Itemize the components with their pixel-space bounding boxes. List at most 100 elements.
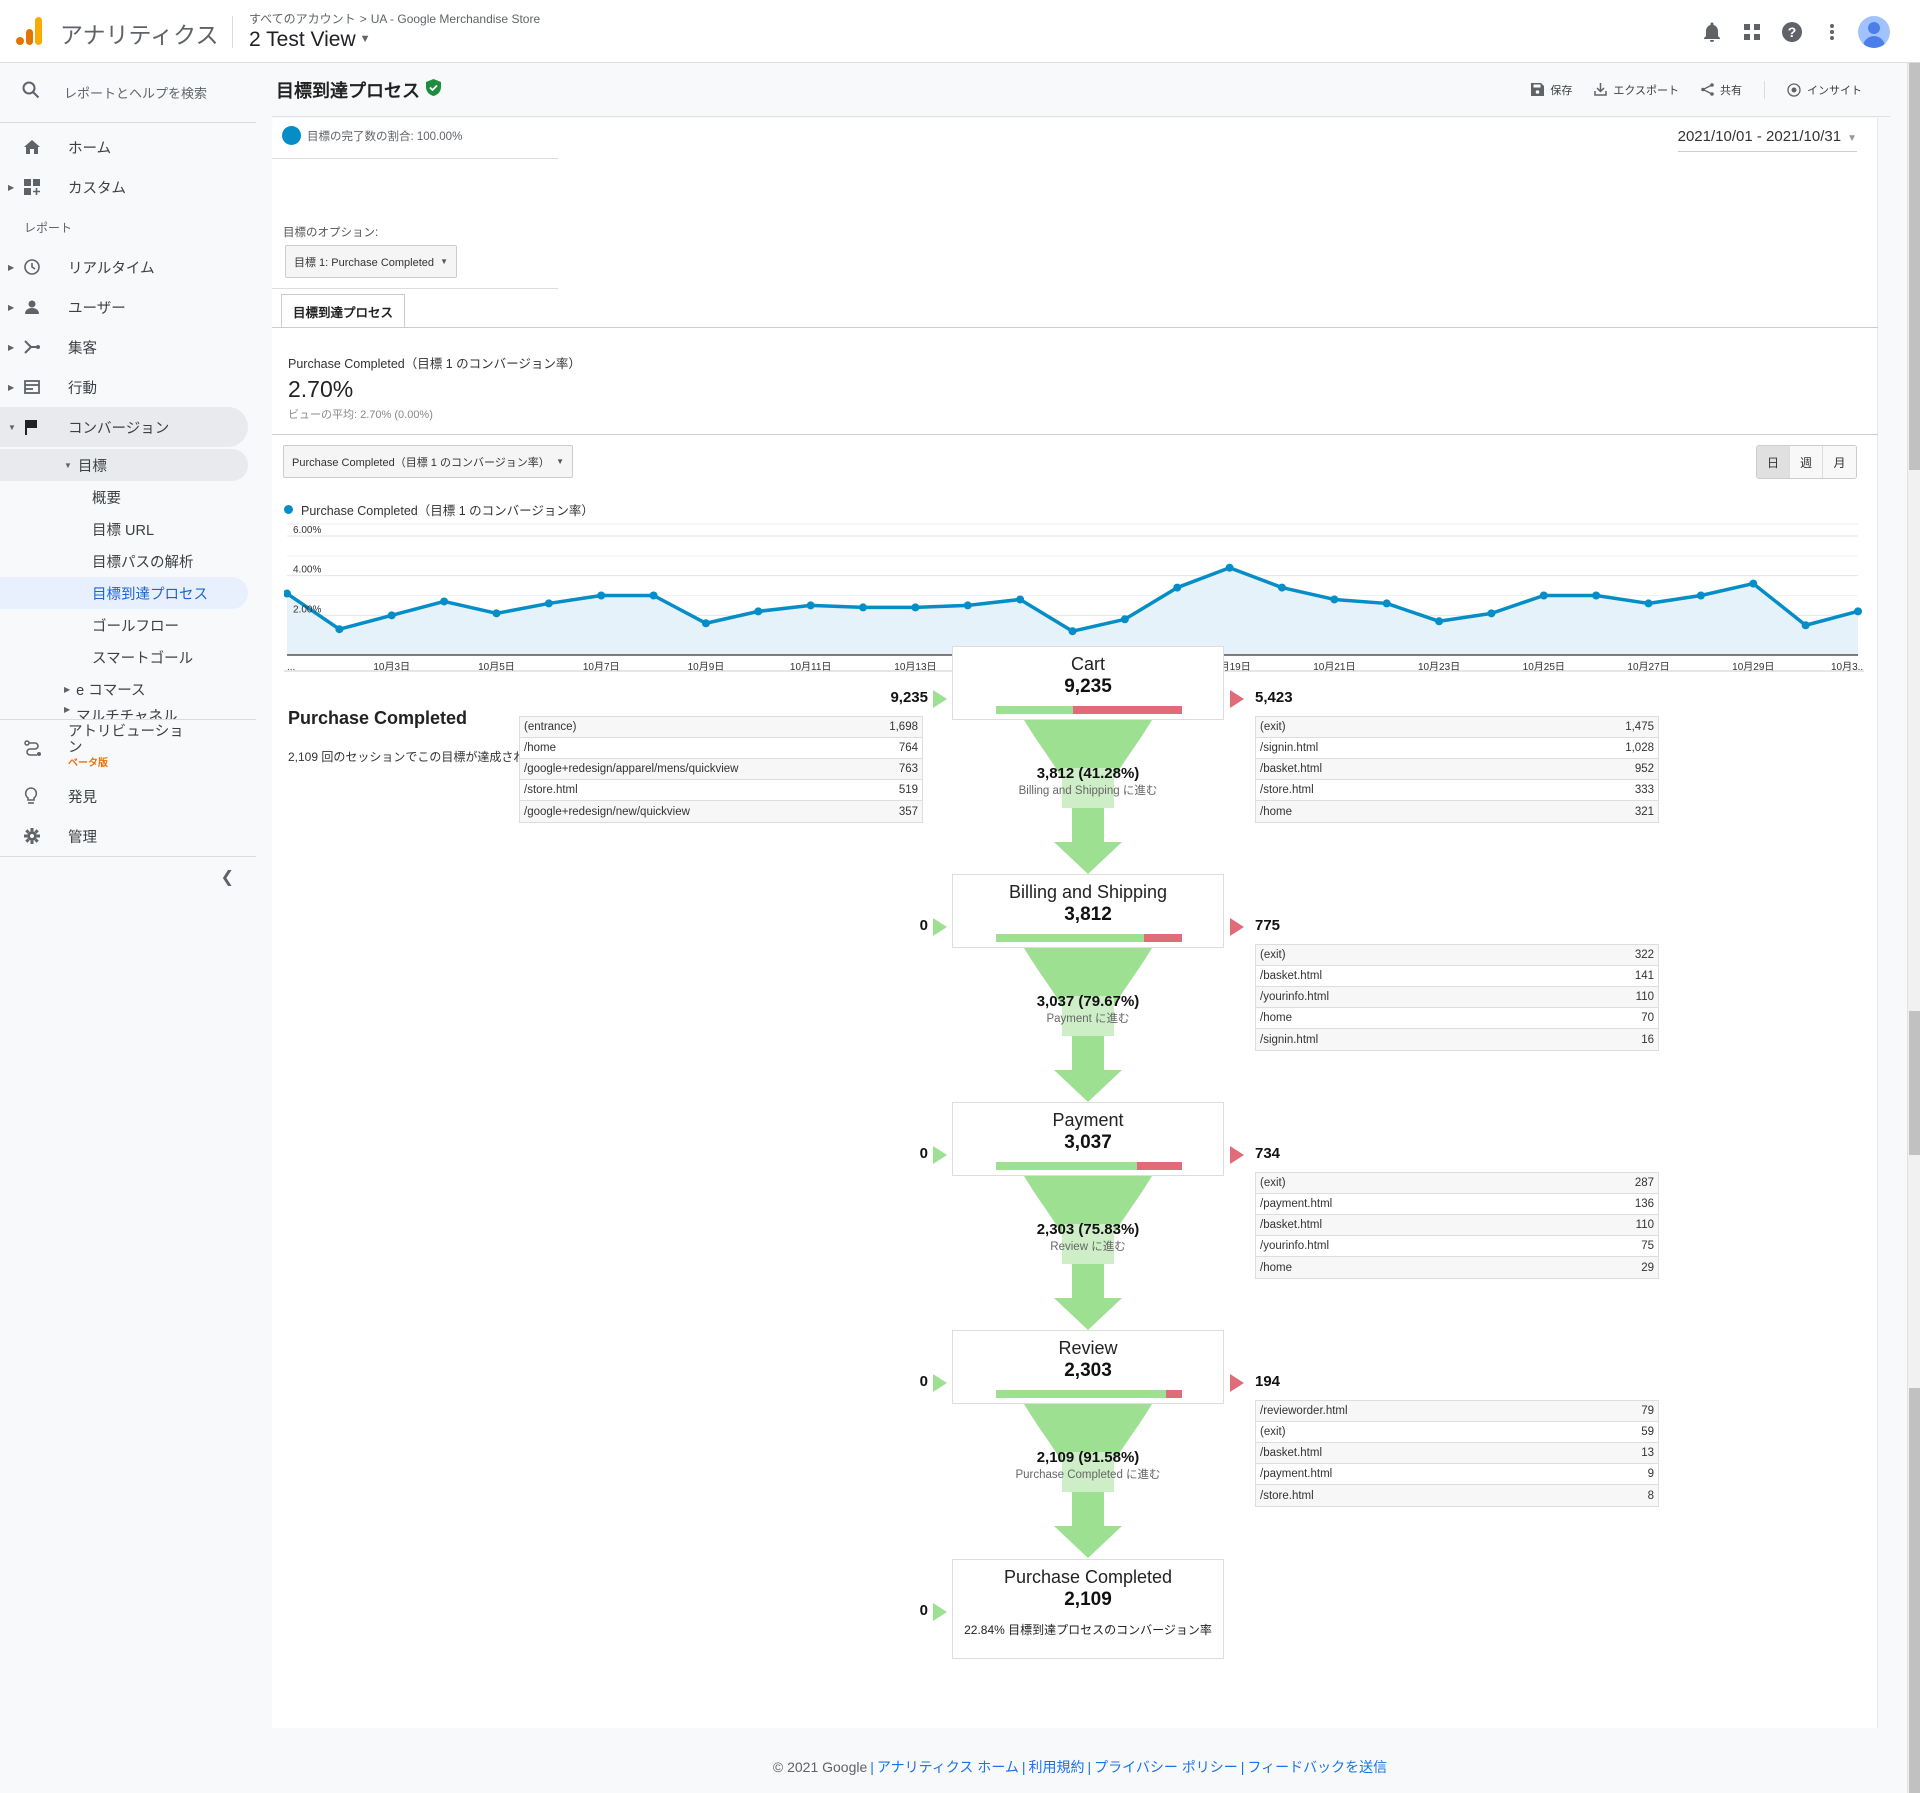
table-row[interactable]: /store.html 333 (1256, 780, 1658, 801)
table-row[interactable]: /google+redesign/apparel/mens/quickview 7… (520, 759, 922, 780)
table-row[interactable]: (exit) 322 (1256, 945, 1658, 966)
data-point[interactable] (963, 601, 972, 610)
data-point[interactable] (1016, 595, 1025, 604)
scrollbar-thumb[interactable] (1909, 63, 1920, 470)
sidebar-subitem-funnel-visualization[interactable]: 目標到達プロセス (0, 577, 248, 609)
data-point[interactable] (1854, 607, 1862, 616)
funnel-step-box[interactable]: Review 2,303 (952, 1330, 1224, 1404)
sidebar-item-custom[interactable]: ▶ カスタム (0, 167, 256, 207)
scrollbar-thumb[interactable] (1909, 1388, 1920, 1793)
data-point[interactable] (1487, 609, 1496, 618)
data-point[interactable] (335, 625, 344, 634)
footer-link-feedback[interactable]: フィードバックを送信 (1247, 1759, 1387, 1775)
data-point[interactable] (492, 609, 501, 618)
footer-link-privacy[interactable]: プライバシー ポリシー (1094, 1759, 1238, 1775)
expand-triangle-icon[interactable]: ▶ (64, 705, 70, 714)
apps-grid-icon[interactable] (1732, 16, 1772, 48)
granularity-month-button[interactable]: 月 (1823, 446, 1856, 478)
data-point[interactable] (1120, 615, 1129, 624)
data-point[interactable] (1592, 591, 1601, 600)
report-search[interactable]: レポートとヘルプを検索 (0, 63, 256, 123)
table-row[interactable]: /store.html 519 (520, 780, 922, 801)
tab-funnel-visualization[interactable]: 目標到達プロセス (281, 294, 405, 328)
table-row[interactable]: /home 321 (1256, 801, 1658, 822)
sidebar-item-conversions[interactable]: ▼ コンバージョン (0, 407, 248, 447)
data-point[interactable] (1539, 591, 1548, 600)
data-point[interactable] (1696, 591, 1705, 600)
data-point[interactable] (544, 599, 553, 608)
data-point[interactable] (597, 591, 606, 600)
data-point[interactable] (754, 607, 763, 616)
table-row[interactable]: /basket.html 952 (1256, 759, 1658, 780)
sidebar-item-behavior[interactable]: ▶ 行動 (0, 367, 256, 407)
table-row[interactable]: /home 29 (1256, 1257, 1658, 1278)
sidebar-item-attribution[interactable]: アトリビューション ベータ版 (0, 720, 256, 776)
collapse-triangle-icon[interactable]: ▼ (64, 461, 72, 470)
data-point[interactable] (1749, 579, 1758, 588)
funnel-step-box[interactable]: Payment 3,037 (952, 1102, 1224, 1176)
data-point[interactable] (1225, 563, 1234, 572)
expand-triangle-icon[interactable]: ▶ (64, 685, 70, 694)
save-button[interactable]: 保存 (1531, 82, 1572, 98)
analytics-logo-icon[interactable] (16, 16, 42, 46)
funnel-step-box[interactable]: Billing and Shipping 3,812 (952, 874, 1224, 948)
sidebar-item-realtime[interactable]: ▶ リアルタイム (0, 247, 256, 287)
data-point[interactable] (859, 603, 868, 612)
table-row[interactable]: /yourinfo.html 110 (1256, 987, 1658, 1008)
table-row[interactable]: /home 70 (1256, 1008, 1658, 1029)
table-row[interactable]: /signin.html 1,028 (1256, 738, 1658, 759)
more-vert-icon[interactable] (1812, 16, 1852, 48)
data-point[interactable] (1330, 595, 1339, 604)
table-row[interactable]: /home 764 (520, 738, 922, 759)
table-row[interactable]: /signin.html 16 (1256, 1029, 1658, 1050)
data-point[interactable] (701, 619, 710, 628)
data-point[interactable] (1173, 583, 1182, 592)
data-point[interactable] (649, 591, 658, 600)
breadcrumb-item[interactable]: すべてのアカウント (249, 12, 356, 26)
table-row[interactable]: (exit) 1,475 (1256, 717, 1658, 738)
data-point[interactable] (1382, 599, 1391, 608)
sidebar-item-admin[interactable]: 管理 (0, 816, 256, 856)
insights-button[interactable]: インサイト (1787, 82, 1862, 98)
expand-triangle-icon[interactable]: ▶ (8, 303, 20, 312)
data-point[interactable] (1435, 617, 1444, 626)
expand-triangle-icon[interactable]: ▶ (8, 183, 20, 192)
sidebar-item-ecommerce[interactable]: ▶ e コマース (0, 673, 248, 705)
table-row[interactable]: /payment.html 9 (1256, 1464, 1658, 1485)
table-row[interactable]: (exit) 59 (1256, 1422, 1658, 1443)
table-row[interactable]: /basket.html 13 (1256, 1443, 1658, 1464)
expand-triangle-icon[interactable]: ▶ (8, 263, 20, 272)
data-point[interactable] (1068, 627, 1077, 636)
table-row[interactable]: /google+redesign/new/quickview 357 (520, 801, 922, 822)
bell-icon[interactable] (1692, 16, 1732, 48)
sidebar-item-discover[interactable]: 発見 (0, 776, 256, 816)
help-icon[interactable]: ? (1772, 16, 1812, 48)
table-row[interactable]: /basket.html 110 (1256, 1215, 1658, 1236)
sidebar-subitem-reverse-goal-path[interactable]: 目標パスの解析 (0, 545, 248, 577)
metric-select-dropdown[interactable]: Purchase Completed（目標 1 のコンバージョン率） ▼ (283, 445, 573, 478)
account-avatar[interactable] (1858, 16, 1890, 48)
sidebar-item-acquisition[interactable]: ▶ 集客 (0, 327, 256, 367)
sidebar-item-home[interactable]: ホーム (0, 127, 256, 167)
sidebar-subitem-overview[interactable]: 概要 (0, 481, 248, 513)
table-row[interactable]: (exit) 287 (1256, 1173, 1658, 1194)
table-row[interactable]: /revieworder.html 79 (1256, 1401, 1658, 1422)
data-point[interactable] (1277, 583, 1286, 592)
table-row[interactable]: /basket.html 141 (1256, 966, 1658, 987)
table-row[interactable]: /payment.html 136 (1256, 1194, 1658, 1215)
granularity-day-button[interactable]: 日 (1757, 446, 1790, 478)
data-point[interactable] (387, 611, 396, 620)
sidebar-subitem-goal-flow[interactable]: ゴールフロー (0, 609, 248, 641)
expand-triangle-icon[interactable]: ▶ (8, 343, 20, 352)
data-point[interactable] (1644, 599, 1653, 608)
table-row[interactable]: (entrance) 1,698 (520, 717, 922, 738)
segment-indicator[interactable]: 目標の完了数の割合: 100.00% (282, 126, 462, 145)
sidebar-subitem-goal-url[interactable]: 目標 URL (0, 513, 248, 545)
sidebar-subitem-smart-goals[interactable]: スマートゴール (0, 641, 248, 673)
breadcrumb-item[interactable]: UA - Google Merchandise Store (371, 12, 540, 26)
data-point[interactable] (911, 603, 920, 612)
scrollbar-thumb[interactable] (1909, 1011, 1920, 1155)
data-point[interactable] (440, 597, 449, 606)
data-point[interactable] (806, 601, 815, 610)
granularity-week-button[interactable]: 週 (1790, 446, 1823, 478)
